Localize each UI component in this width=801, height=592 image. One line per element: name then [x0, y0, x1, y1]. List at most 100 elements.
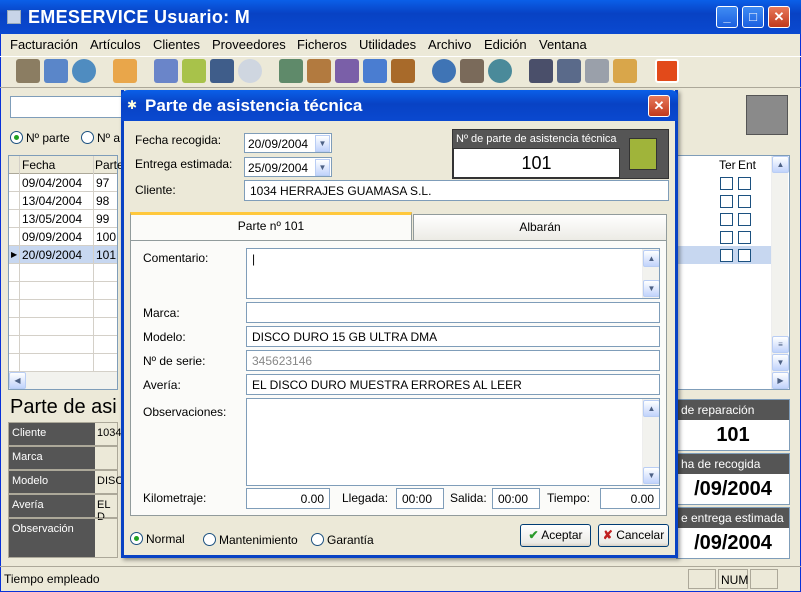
- menu-proveedores[interactable]: Proveedores: [212, 37, 286, 52]
- km-field[interactable]: 0.00: [246, 488, 330, 509]
- col-parte[interactable]: Parte: [95, 158, 124, 172]
- minimize-button[interactable]: _: [716, 6, 738, 28]
- detail-row: Marca: [8, 446, 118, 470]
- tab-albaran[interactable]: Albarán: [413, 214, 667, 240]
- network-icon[interactable]: [363, 59, 387, 83]
- menu-ventana[interactable]: Ventana: [539, 37, 587, 52]
- users-icon[interactable]: [154, 59, 178, 83]
- menu-clientes[interactable]: Clientes: [153, 37, 200, 52]
- shelf-icon[interactable]: [16, 59, 40, 83]
- checkbox-ent[interactable]: [738, 213, 751, 226]
- marca-field[interactable]: [246, 302, 660, 323]
- comentario-scrollbar[interactable]: ▲ ▼: [642, 249, 659, 298]
- grid-scrollbar[interactable]: ▲ ≡ ▼ ▶: [771, 156, 789, 389]
- cliente-field[interactable]: 1034 HERRAJES GUAMASA S.L.: [244, 180, 669, 201]
- scroll-up-button[interactable]: ▲: [772, 156, 789, 173]
- observaciones-textarea[interactable]: ▲ ▼: [246, 398, 660, 486]
- chevron-down-icon[interactable]: ▼: [315, 159, 330, 176]
- scroll-up-button[interactable]: ▲: [643, 250, 659, 267]
- nparte-label: Nº de parte de asistencia técnica: [456, 133, 617, 145]
- observaciones-scrollbar[interactable]: ▲ ▼: [642, 399, 659, 485]
- table-row[interactable]: 13/04/2004 98: [9, 192, 117, 210]
- dialog-close-button[interactable]: ✕: [648, 95, 670, 117]
- check-icon: ✔: [528, 528, 539, 542]
- calculator-icon[interactable]: [210, 59, 234, 83]
- puzzle-icon[interactable]: [182, 59, 206, 83]
- checkbox-ter[interactable]: [720, 177, 733, 190]
- dialog-title: Parte de asistencia técnica: [145, 96, 363, 115]
- tab-parte[interactable]: Parte nº 101: [130, 212, 412, 240]
- checkbox-ter[interactable]: [720, 249, 733, 262]
- radio-normal[interactable]: [130, 532, 143, 545]
- llegada-field[interactable]: 00:00: [396, 488, 444, 509]
- menu-facturacion[interactable]: Facturación: [10, 37, 78, 52]
- book-icon[interactable]: [557, 59, 581, 83]
- averia-field[interactable]: EL DISCO DURO MUESTRA ERRORES AL LEER: [246, 374, 660, 395]
- modelo-field[interactable]: DISCO DURO 15 GB ULTRA DMA: [246, 326, 660, 347]
- mail-icon[interactable]: [613, 59, 637, 83]
- checkbox-ter[interactable]: [720, 231, 733, 244]
- scroll-down-button[interactable]: ▼: [643, 280, 659, 297]
- menu-edicion[interactable]: Edición: [484, 37, 527, 52]
- people-icon[interactable]: [307, 59, 331, 83]
- register-icon[interactable]: [279, 59, 303, 83]
- radio-nparte[interactable]: [10, 131, 23, 144]
- box-icon[interactable]: [460, 59, 484, 83]
- scroll-down-button[interactable]: ▼: [643, 467, 659, 484]
- menu-utilidades[interactable]: Utilidades: [359, 37, 416, 52]
- fecha-recogida-combo[interactable]: 20/09/2004 ▼: [244, 133, 332, 153]
- radio-nparte-label: Nº parte: [26, 131, 70, 145]
- maximize-button[interactable]: □: [742, 6, 764, 28]
- printer-icon[interactable]: [585, 59, 609, 83]
- checkbox-ter[interactable]: [720, 195, 733, 208]
- scroll-down-button[interactable]: ▼: [772, 354, 789, 371]
- entrega-combo[interactable]: 25/09/2004 ▼: [244, 157, 332, 177]
- menu-archivo[interactable]: Archivo: [428, 37, 471, 52]
- puzzle-icon[interactable]: [629, 138, 657, 170]
- salida-field[interactable]: 00:00: [492, 488, 540, 509]
- radio-mantenimiento[interactable]: [203, 533, 216, 546]
- close-button[interactable]: ✕: [768, 6, 790, 28]
- menu-ficheros[interactable]: Ficheros: [297, 37, 347, 52]
- checkbox-ter[interactable]: [720, 213, 733, 226]
- table-row[interactable]: 13/05/2004 99: [9, 210, 117, 228]
- cancel-button[interactable]: ✘ Cancelar: [598, 524, 669, 547]
- globe-icon[interactable]: [44, 59, 68, 83]
- globe2-icon[interactable]: [72, 59, 96, 83]
- chevron-down-icon[interactable]: ▼: [315, 135, 330, 152]
- table-row[interactable]: 09/04/2004 97: [9, 174, 117, 192]
- radio-garantia[interactable]: [311, 533, 324, 546]
- comentario-textarea[interactable]: | ▲ ▼: [246, 248, 660, 299]
- puzzle-large-icon[interactable]: [746, 95, 788, 135]
- search-input[interactable]: [10, 96, 122, 118]
- col-fecha[interactable]: Fecha: [22, 158, 55, 172]
- scroll-left-button[interactable]: ◀: [9, 372, 26, 389]
- modelo-label: Modelo:: [143, 330, 186, 344]
- col-ent: Ent: [738, 158, 757, 172]
- checkbox-ent[interactable]: [738, 177, 751, 190]
- right-grid[interactable]: Ter Ent ▲ ≡ ▼ ▶: [676, 155, 790, 390]
- tiempo-field[interactable]: 0.00: [600, 488, 660, 509]
- table-row-selected[interactable]: ▶ 20/09/2004 101: [9, 246, 117, 264]
- clock-icon[interactable]: [238, 59, 262, 83]
- scroll-thumb[interactable]: ≡: [772, 336, 789, 353]
- scroll-up-button[interactable]: ▲: [643, 400, 659, 417]
- people2-icon[interactable]: [335, 59, 359, 83]
- accept-button[interactable]: ✔ Aceptar: [520, 524, 591, 547]
- scanner-icon[interactable]: [529, 59, 553, 83]
- scroll-right-button[interactable]: ▶: [772, 372, 789, 389]
- menu-articulos[interactable]: Artículos: [90, 37, 141, 52]
- table-row[interactable]: 09/09/2004 100: [9, 228, 117, 246]
- salida-label: Salida:: [450, 491, 487, 505]
- radio-na[interactable]: [81, 131, 94, 144]
- globe4-icon[interactable]: [488, 59, 512, 83]
- checkbox-ent[interactable]: [738, 249, 751, 262]
- checkbox-ent[interactable]: [738, 231, 751, 244]
- globe3-icon[interactable]: [432, 59, 456, 83]
- serie-field[interactable]: 345623146: [246, 350, 660, 371]
- checkbox-ent[interactable]: [738, 195, 751, 208]
- home-icon[interactable]: [113, 59, 137, 83]
- power-icon[interactable]: [655, 59, 679, 83]
- parts-grid[interactable]: Fecha Parte 09/04/2004 97 13/04/2004 98 13/…: [8, 155, 124, 390]
- briefcase-icon[interactable]: [391, 59, 415, 83]
